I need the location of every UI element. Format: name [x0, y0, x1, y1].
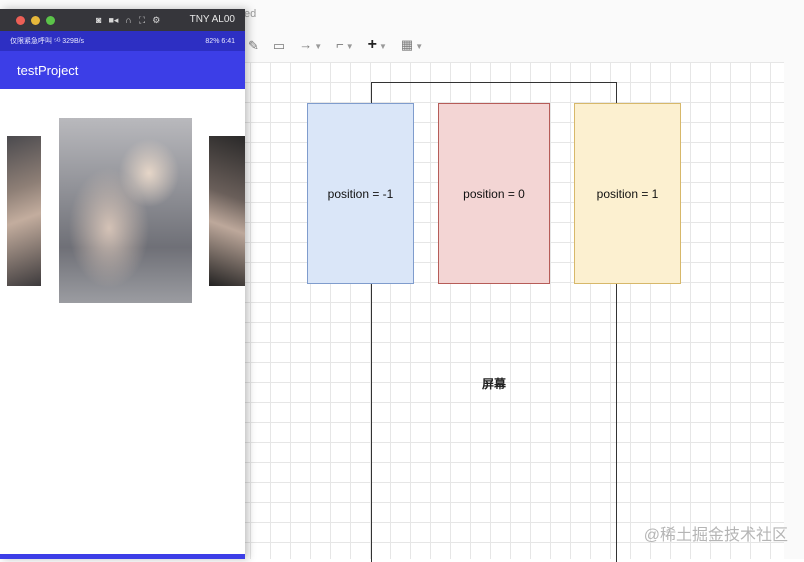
- chevron-down-icon: ▼: [378, 42, 387, 51]
- video-icon[interactable]: ■◂: [108, 15, 118, 26]
- status-right: 82% 6:41: [205, 37, 235, 45]
- table-icon[interactable]: ▦ ▼: [401, 32, 423, 60]
- device-name: TNY AL00: [189, 14, 235, 25]
- minimize-button[interactable]: [31, 15, 40, 25]
- carousel-slide-previous[interactable]: [7, 136, 41, 286]
- position-card-label: position = 0: [463, 186, 525, 201]
- camera-icon[interactable]: ◙: [96, 15, 101, 25]
- headphones-icon[interactable]: ∩: [125, 15, 131, 25]
- waypoint-glyph: ⌐: [336, 37, 344, 52]
- fullscreen-icon[interactable]: ⛶: [139, 15, 145, 26]
- shape-icon[interactable]: ▭: [273, 33, 285, 59]
- position-card-label: position = -1: [327, 186, 394, 201]
- app-bar: testProject: [0, 51, 245, 89]
- carousel-slide-current[interactable]: [59, 118, 192, 303]
- chevron-down-icon: ▼: [345, 42, 354, 51]
- editor-toolbar: ✎ ▭ → ▼ ⌐ ▼ + ▼ ▦ ▼: [244, 33, 784, 59]
- connector-arrow-glyph: →: [299, 37, 313, 52]
- navigation-bar: [0, 554, 245, 559]
- chevron-down-icon: ▼: [314, 42, 323, 51]
- position-card-minus-one[interactable]: position = -1: [307, 103, 414, 284]
- emulator-window[interactable]: ◙ ■◂ ∩ ⛶ ⚙ TNY AL00 仅限紧急呼叫 ⁵ᴳ 329B/s 82%…: [0, 9, 245, 559]
- position-card-label: position = 1: [596, 186, 659, 201]
- emulator-tools: ◙ ■◂ ∩ ⛶ ⚙: [96, 9, 160, 31]
- close-button[interactable]: [16, 15, 25, 25]
- insert-plus-glyph: +: [367, 36, 377, 53]
- screen-label: 屏幕: [481, 377, 506, 391]
- table-glyph: ▦: [400, 37, 414, 52]
- position-card-zero[interactable]: position = 0: [438, 103, 550, 284]
- document-title-fragment: ed: [244, 8, 257, 20]
- image-carousel[interactable]: [0, 89, 245, 559]
- chevron-down-icon: ▼: [415, 42, 424, 51]
- watermark: @稀土掘金技术社区: [643, 527, 788, 544]
- app-title: testProject: [17, 62, 79, 78]
- android-status-bar: 仅限紧急呼叫 ⁵ᴳ 329B/s 82% 6:41: [0, 31, 245, 51]
- pencil-icon[interactable]: ✎: [248, 33, 259, 59]
- status-left: 仅限紧急呼叫 ⁵ᴳ 329B/s: [10, 38, 85, 45]
- insert-plus-icon[interactable]: + ▼: [368, 32, 387, 60]
- emulator-titlebar[interactable]: ◙ ■◂ ∩ ⛶ ⚙ TNY AL00: [0, 9, 245, 31]
- carousel-slide-next[interactable]: [209, 136, 245, 286]
- connector-arrow-icon[interactable]: → ▼: [299, 32, 322, 60]
- maximize-button[interactable]: [46, 15, 55, 25]
- gear-icon[interactable]: ⚙: [152, 15, 160, 26]
- position-card-one[interactable]: position = 1: [574, 103, 681, 284]
- waypoint-icon[interactable]: ⌐ ▼: [336, 32, 354, 60]
